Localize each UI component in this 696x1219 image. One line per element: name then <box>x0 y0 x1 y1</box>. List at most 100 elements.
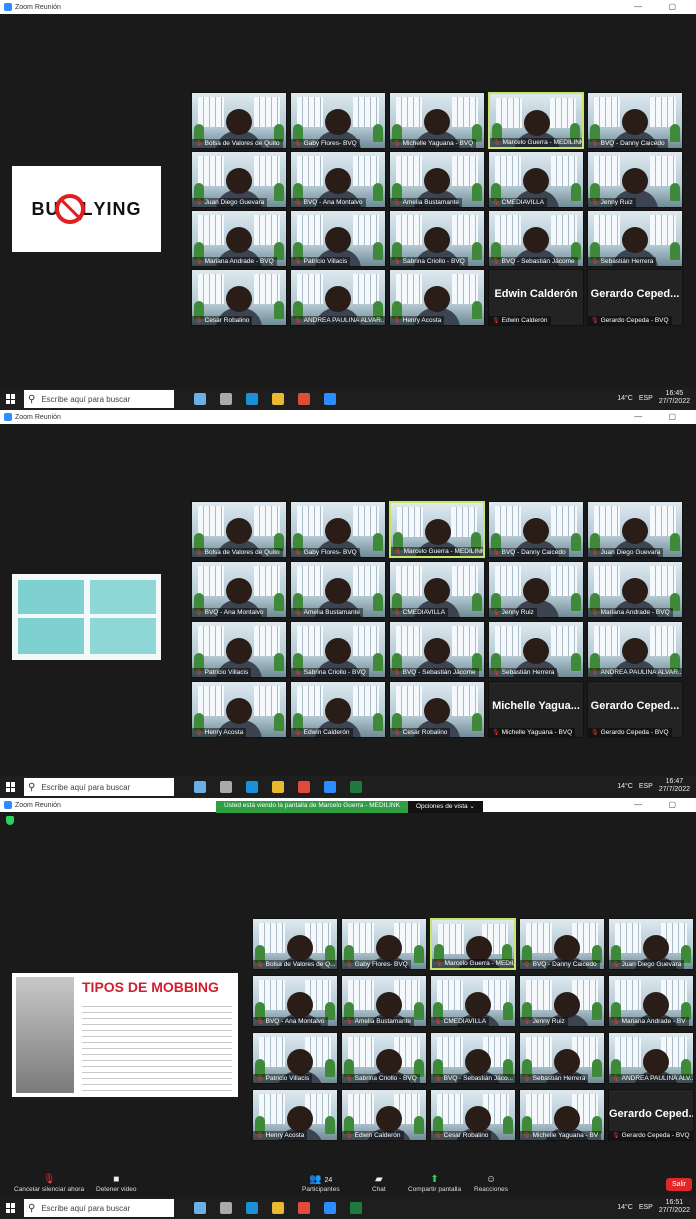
participant-tile[interactable]: Gerardo Ceped... 🎙 Gerardo Cepeda - BVQ <box>587 681 683 738</box>
participant-tile[interactable]: 🎙 ANDREA PAULINA ALV... <box>608 1032 694 1084</box>
participant-tile[interactable]: 🎙 Henry Acosta <box>389 269 485 326</box>
excel-icon[interactable] <box>350 781 362 793</box>
clock[interactable]: 16:45 27/7/2022 <box>659 390 690 406</box>
clock[interactable]: 16:51 27/7/2022 <box>659 1199 690 1215</box>
participant-tile[interactable]: 🎙 Mariana Andrade - BVQ <box>587 561 683 618</box>
participant-tile[interactable]: 🎙 Henry Acosta <box>252 1089 338 1141</box>
participant-tile[interactable]: Gerardo Ceped... 🎙 Gerardo Cepeda - BVQ <box>587 269 683 326</box>
participant-tile[interactable]: 🎙 Michelle Yaguana - BV <box>519 1089 605 1141</box>
participant-tile[interactable]: 🎙 Sebastián Herrera <box>587 210 683 267</box>
participant-tile[interactable]: 🎙 Gaby Flores- BVQ <box>290 501 386 558</box>
taskbar-search[interactable]: ⚲ Escribe aquí para buscar <box>24 778 174 796</box>
zoom-taskbar-icon[interactable] <box>324 1202 336 1214</box>
participant-tile[interactable]: 🎙 Gaby Flores- BVQ <box>341 918 427 970</box>
leave-button[interactable]: Salir <box>665 1178 692 1191</box>
excel-icon[interactable] <box>350 1202 362 1214</box>
participant-tile[interactable]: 🎙 Bolsa de Valores de Quito <box>191 92 287 149</box>
view-options-button[interactable]: Opciones de vista ⌄ <box>407 801 483 813</box>
participant-tile[interactable]: 🎙 Sebastián Herrera <box>488 621 584 678</box>
participant-tile[interactable]: 🎙 Bolsa de Valores de Q... <box>252 918 338 970</box>
participant-tile[interactable]: 🎙 Bolsa de Valores de Quito <box>191 501 287 558</box>
taskbar-search[interactable]: ⚲ Escribe aquí para buscar <box>24 390 174 408</box>
participant-tile[interactable]: 🎙 Juan Diego Guevara <box>587 501 683 558</box>
participant-tile[interactable]: 🎙 Michelle Yaguana - BVQ <box>389 92 485 149</box>
chrome-icon[interactable] <box>298 393 310 405</box>
participant-tile[interactable]: 🎙 Patricio Villacis <box>191 621 287 678</box>
chat-button[interactable]: ▰ Chat <box>372 1174 386 1193</box>
participant-tile[interactable]: 🎙 BVQ - Danny Caicedo <box>519 918 605 970</box>
participant-tile[interactable]: 🎙 Edwin Calderón <box>290 681 386 738</box>
window-controls[interactable]: — ▢ <box>634 2 688 11</box>
participant-tile[interactable]: 🎙 BVQ - Ana Montalvo <box>290 151 386 208</box>
file-explorer-icon[interactable] <box>272 393 284 405</box>
participant-tile[interactable]: 🎙 Amelia Bustamante <box>341 975 427 1027</box>
participant-tile[interactable]: 🎙 CMEDIAVILLA <box>430 975 516 1027</box>
participant-tile[interactable]: 🎙 Edwin Calderón <box>341 1089 427 1141</box>
participant-tile[interactable]: 🎙 Mariana Andrade - BVQ <box>191 210 287 267</box>
zoom-taskbar-icon[interactable] <box>324 781 336 793</box>
participant-tile[interactable]: 🎙 Jenny Ruiz <box>488 561 584 618</box>
weather-app-icon[interactable] <box>194 393 206 405</box>
participant-tile[interactable]: 🎙 Henry Acosta <box>191 681 287 738</box>
participant-tile[interactable]: 🎙 BVQ - Sebastián Jáco... <box>430 1032 516 1084</box>
participant-tile[interactable]: 🎙 Cesar Robalino <box>430 1089 516 1141</box>
task-view-icon[interactable] <box>220 1202 232 1214</box>
reactions-button[interactable]: ☺ Reacciones <box>474 1174 508 1193</box>
chrome-icon[interactable] <box>298 1202 310 1214</box>
stop-video-button[interactable]: ■ Detener video <box>96 1174 136 1193</box>
windows-start-icon[interactable] <box>6 1203 16 1213</box>
window-controls[interactable]: — ▢ <box>634 800 688 809</box>
participant-tile[interactable]: Michelle Yagua... 🎙 Michelle Yaguana - BVQ <box>488 681 584 738</box>
participant-tile[interactable]: 🎙 Marcelo Guerra - MEDILINK <box>389 501 485 558</box>
security-shield-icon[interactable] <box>6 816 14 825</box>
participant-tile[interactable]: 🎙 Mariana Andrade - BV <box>608 975 694 1027</box>
participant-tile[interactable]: 🎙 BVQ - Ana Montalvo <box>252 975 338 1027</box>
weather-app-icon[interactable] <box>194 1202 206 1214</box>
participant-tile[interactable]: 🎙 Sabrina Criollo - BVQ <box>341 1032 427 1084</box>
weather-app-icon[interactable] <box>194 781 206 793</box>
participant-tile[interactable]: 🎙 Patricio Villacis <box>252 1032 338 1084</box>
window-controls[interactable]: — ▢ <box>634 412 688 421</box>
windows-start-icon[interactable] <box>6 782 16 792</box>
participant-tile[interactable]: 🎙Marcelo Guerra - MEDILI... <box>430 918 516 970</box>
edge-icon[interactable] <box>246 1202 258 1214</box>
participant-tile[interactable]: 🎙 Gaby Flores- BVQ <box>290 92 386 149</box>
share-screen-button[interactable]: ⬆ Compartir pantalla <box>408 1174 461 1193</box>
participant-tile[interactable]: 🎙 Amelia Bustamante <box>290 561 386 618</box>
file-explorer-icon[interactable] <box>272 781 284 793</box>
participant-tile[interactable]: 🎙 Jenny Ruiz <box>587 151 683 208</box>
participant-tile[interactable]: 🎙 Cesar Robalino <box>389 681 485 738</box>
participant-tile[interactable]: 🎙 BVQ - Sebastián Jácome <box>488 210 584 267</box>
participant-tile[interactable]: 🎙 ANDREA PAULINA ALVAR... <box>290 269 386 326</box>
participant-tile[interactable]: 🎙 BVQ - Danny Caicedo <box>587 92 683 149</box>
edge-icon[interactable] <box>246 781 258 793</box>
participant-tile[interactable]: 🎙 BVQ - Sebastián Jácome <box>389 621 485 678</box>
unmute-button[interactable]: 🎙 Cancelar silenciar ahora <box>14 1174 84 1193</box>
chrome-icon[interactable] <box>298 781 310 793</box>
participant-tile[interactable]: 🎙 Sabrina Criollo - BVQ <box>290 621 386 678</box>
participant-tile[interactable]: 🎙 Marcelo Guerra - MEDILINK <box>488 92 584 149</box>
participant-tile[interactable]: 🎙 BVQ - Danny Caicedo <box>488 501 584 558</box>
participant-tile[interactable]: Edwin Calderón 🎙 Edwin Calderón <box>488 269 584 326</box>
participant-tile[interactable]: 🎙 Amelia Bustamante <box>389 151 485 208</box>
zoom-taskbar-icon[interactable] <box>324 393 336 405</box>
file-explorer-icon[interactable] <box>272 1202 284 1214</box>
participant-tile[interactable]: 🎙 BVQ - Ana Montalvo <box>191 561 287 618</box>
task-view-icon[interactable] <box>220 781 232 793</box>
participants-button[interactable]: 👥 24 Participantes <box>302 1174 340 1193</box>
participant-tile[interactable]: 🎙 CMEDIAVILLA <box>488 151 584 208</box>
participant-tile[interactable]: 🎙 Juan Diego Guevara <box>191 151 287 208</box>
edge-icon[interactable] <box>246 393 258 405</box>
participant-tile[interactable]: Gerardo Ceped... 🎙 Gerardo Cepeda - BVQ <box>608 1089 694 1141</box>
participant-tile[interactable]: 🎙 Patricio Villacis <box>290 210 386 267</box>
participant-tile[interactable]: 🎙 CMEDIAVILLA <box>389 561 485 618</box>
windows-start-icon[interactable] <box>6 394 16 404</box>
participant-tile[interactable]: 🎙 Sebastián Herrera <box>519 1032 605 1084</box>
participant-tile[interactable]: 🎙 Sabrina Criollo - BVQ <box>389 210 485 267</box>
participant-tile[interactable]: 🎙 Jenny Ruiz <box>519 975 605 1027</box>
task-view-icon[interactable] <box>220 393 232 405</box>
clock[interactable]: 16:47 27/7/2022 <box>659 778 690 794</box>
taskbar-search[interactable]: ⚲ Escribe aquí para buscar <box>24 1199 174 1217</box>
participant-tile[interactable]: 🎙 Cesar Robalino <box>191 269 287 326</box>
participant-tile[interactable]: 🎙 ANDREA PAULINA ALVAR... <box>587 621 683 678</box>
